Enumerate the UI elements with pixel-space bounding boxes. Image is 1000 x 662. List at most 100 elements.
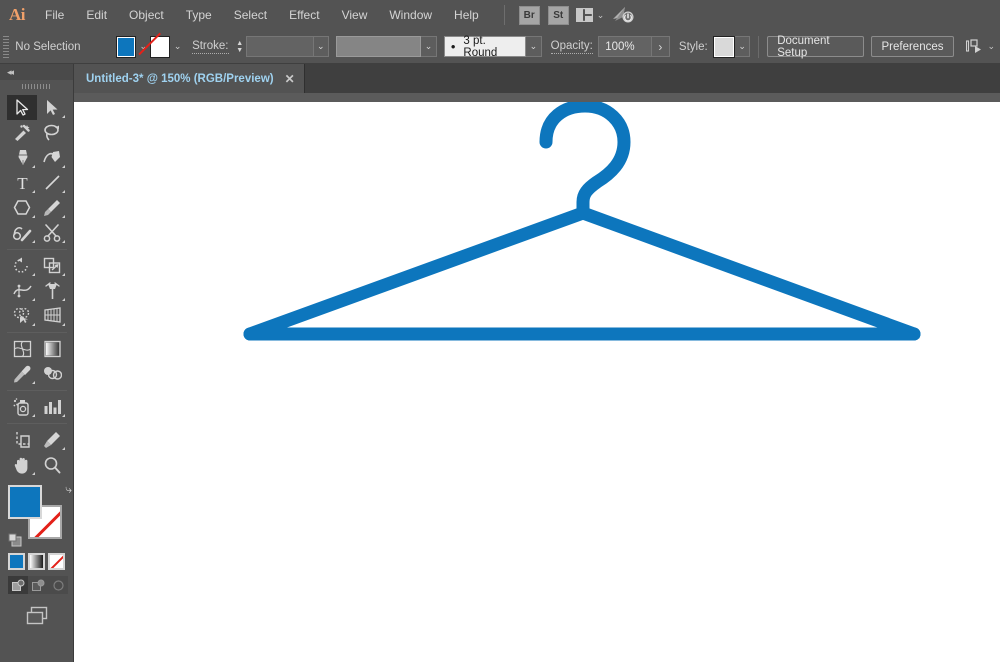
- type-tool[interactable]: T: [7, 170, 37, 195]
- stroke-weight-input[interactable]: [245, 36, 314, 57]
- stroke-chevron-down-icon[interactable]: ⌄: [170, 36, 184, 58]
- menu-help[interactable]: Help: [443, 0, 490, 30]
- collapse-panel-icon[interactable]: ◂◂: [7, 67, 14, 78]
- stroke-profile-input[interactable]: [336, 36, 422, 57]
- color-mode-buttons: [0, 543, 73, 570]
- document-setup-button[interactable]: Document Setup: [767, 35, 865, 59]
- menu-window[interactable]: Window: [378, 0, 443, 30]
- app-logo: Ai: [9, 5, 26, 24]
- bridge-button[interactable]: Br: [518, 5, 540, 25]
- menu-select[interactable]: Select: [223, 0, 278, 30]
- arrange-documents-icon[interactable]: [575, 8, 593, 22]
- stroke-color-swatch[interactable]: [150, 35, 171, 58]
- draw-behind-button[interactable]: [28, 576, 48, 594]
- menu-view[interactable]: View: [331, 0, 379, 30]
- symbol-sprayer-tool[interactable]: [7, 394, 37, 419]
- preferences-button[interactable]: Preferences: [871, 36, 954, 57]
- flyout-indicator: [32, 273, 35, 276]
- menu-type[interactable]: Type: [175, 0, 223, 30]
- direct-selection-tool[interactable]: [37, 95, 67, 120]
- stroke-weight-dropdown[interactable]: ⌄: [313, 36, 329, 57]
- selection-tool[interactable]: [7, 95, 37, 120]
- document-tab[interactable]: Untitled-3* @ 150% (RGB/Preview) ✕: [74, 64, 305, 93]
- flyout-indicator: [32, 240, 35, 243]
- tools-divider: [7, 332, 67, 333]
- fill-color-chip: [118, 37, 135, 56]
- toolbar-fill-swatch[interactable]: [8, 485, 42, 519]
- stroke-profile-dropdown[interactable]: ⌄: [421, 36, 437, 57]
- flyout-indicator: [62, 215, 65, 218]
- stroke-weight-stepper[interactable]: ▲ ▼: [234, 36, 246, 58]
- align-to-artboard-icon[interactable]: [965, 39, 984, 54]
- scale-tool[interactable]: [37, 253, 67, 278]
- arrange-chevron-down-icon[interactable]: ⌄: [597, 10, 605, 21]
- free-transform-tool[interactable]: [37, 278, 67, 303]
- hand-tool[interactable]: [7, 452, 37, 477]
- control-bar-grip[interactable]: [3, 35, 10, 58]
- style-label: Style:: [678, 40, 708, 53]
- draw-normal-button[interactable]: [8, 576, 28, 594]
- magic-wand-tool[interactable]: [7, 120, 37, 145]
- publish-online-icon[interactable]: [612, 6, 634, 24]
- lasso-tool[interactable]: [37, 120, 67, 145]
- mesh-tool[interactable]: [7, 336, 37, 361]
- shaper-tool[interactable]: [7, 220, 37, 245]
- tools-panel-grabber[interactable]: [0, 80, 73, 92]
- graphic-style-swatch[interactable]: [713, 35, 735, 58]
- tools-divider: [7, 249, 67, 250]
- flyout-indicator: [32, 323, 35, 326]
- fill-stroke-indicator: ⤷: [8, 483, 72, 547]
- pen-tool[interactable]: [7, 145, 37, 170]
- opacity-input[interactable]: 100%: [598, 36, 652, 57]
- opacity-label[interactable]: Opacity:: [550, 40, 593, 54]
- blend-tool[interactable]: [37, 361, 67, 386]
- line-segment-tool[interactable]: [37, 170, 67, 195]
- rectangle-tool[interactable]: [7, 195, 37, 220]
- change-screen-mode-button[interactable]: [24, 606, 50, 631]
- default-fill-stroke-icon[interactable]: [8, 533, 22, 547]
- stock-button[interactable]: St: [547, 5, 569, 25]
- control-bar: No Selection ⌄ ⌄ Stroke: ▲ ▼ ⌄ ⌄ • 3 pt.…: [0, 30, 1000, 64]
- paintbrush-tool[interactable]: [37, 195, 67, 220]
- brush-definition-input[interactable]: • 3 pt. Round: [443, 35, 527, 59]
- artboard[interactable]: [74, 102, 1000, 662]
- stepper-up-icon[interactable]: ▲: [236, 40, 243, 47]
- clothes-hanger-artwork[interactable]: [74, 102, 1000, 662]
- menu-object[interactable]: Object: [118, 0, 175, 30]
- zoom-tool[interactable]: [37, 452, 67, 477]
- slice-tool[interactable]: [37, 427, 67, 452]
- perspective-grid-tool[interactable]: [37, 303, 67, 328]
- color-button[interactable]: [8, 553, 25, 570]
- column-graph-tool[interactable]: [37, 394, 67, 419]
- width-tool[interactable]: [7, 278, 37, 303]
- graphic-style-dropdown[interactable]: ⌄: [734, 36, 751, 57]
- none-button[interactable]: [48, 553, 65, 570]
- draw-inside-button[interactable]: [48, 576, 68, 594]
- stroke-weight-label[interactable]: Stroke:: [192, 40, 229, 54]
- flyout-indicator: [62, 323, 65, 326]
- eyedropper-tool[interactable]: [7, 361, 37, 386]
- shape-builder-tool[interactable]: [7, 303, 37, 328]
- flyout-indicator: [62, 298, 65, 301]
- fill-color-swatch[interactable]: [116, 35, 137, 58]
- curvature-tool[interactable]: [37, 145, 67, 170]
- swap-fill-stroke-icon[interactable]: ⤷: [65, 483, 72, 495]
- menu-edit[interactable]: Edit: [75, 0, 118, 30]
- stepper-down-icon[interactable]: ▼: [236, 47, 243, 54]
- menu-file[interactable]: File: [34, 0, 75, 30]
- canvas-area[interactable]: [74, 93, 1000, 662]
- scissors-tool[interactable]: [37, 220, 67, 245]
- gradient-button[interactable]: [28, 553, 45, 570]
- menu-effect[interactable]: Effect: [278, 0, 330, 30]
- artboard-tool[interactable]: [7, 427, 37, 452]
- gradient-tool[interactable]: [37, 336, 67, 361]
- flyout-indicator: [62, 190, 65, 193]
- close-icon[interactable]: ✕: [285, 73, 295, 85]
- flyout-indicator: [62, 447, 65, 450]
- graphic-style-chip: [715, 37, 733, 56]
- brush-definition-dropdown[interactable]: ⌄: [526, 36, 542, 57]
- rotate-tool[interactable]: [7, 253, 37, 278]
- align-chevron-down-icon[interactable]: ⌄: [988, 41, 996, 52]
- illustrator-window: Ai File Edit Object Type Select Effect V…: [0, 0, 1000, 662]
- opacity-options-button[interactable]: ›: [651, 36, 670, 57]
